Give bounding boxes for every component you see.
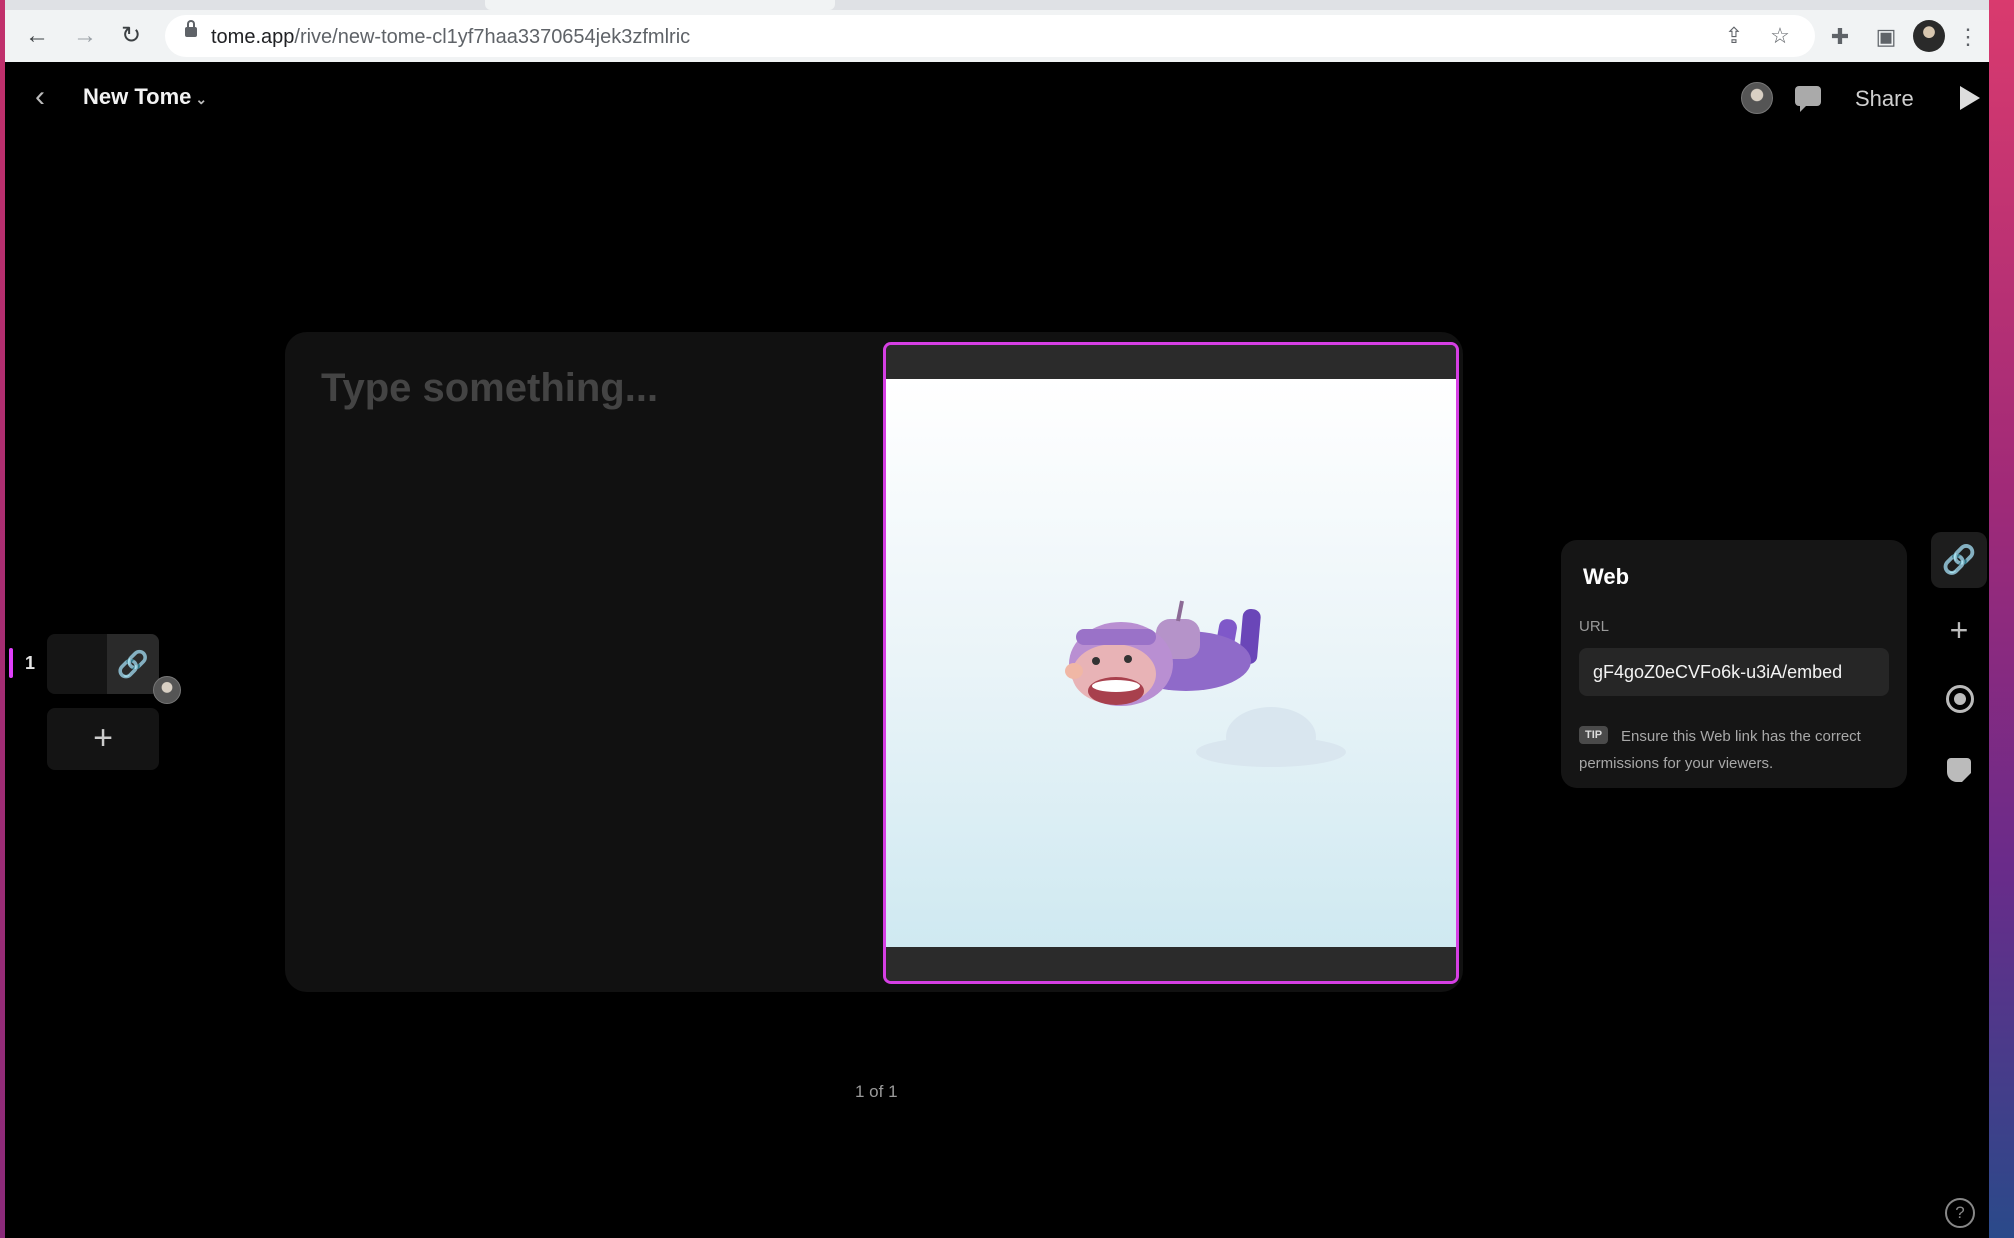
active-slide-marker (9, 648, 13, 678)
active-tab[interactable] (485, 0, 835, 10)
reload-icon[interactable]: ↻ (117, 22, 145, 50)
url-text[interactable]: tome.app/rive/new-tome-cl1yf7haa3370654j… (211, 26, 690, 49)
collaborator-avatar[interactable] (1741, 82, 1773, 114)
web-embed-tile[interactable] (883, 342, 1459, 984)
chevron-down-icon: ⌄ (195, 91, 208, 107)
share-button[interactable]: Share (1855, 86, 1914, 112)
link-tool-icon[interactable]: 🔗 (1931, 532, 1987, 588)
browser-toolbar: ← → ↻ tome.app/rive/new-tome-cl1yf7haa33… (5, 10, 1989, 62)
browser-window: ← → ↻ tome.app/rive/new-tome-cl1yf7haa33… (5, 0, 1989, 1238)
cloud-illustration (1196, 707, 1346, 767)
url-label: URL (1579, 618, 1610, 635)
comment-icon[interactable] (1795, 86, 1821, 112)
back-icon[interactable]: ← (23, 22, 51, 50)
embed-top-bar (886, 345, 1456, 379)
tip-badge: TIP (1579, 726, 1609, 744)
extensions-icon[interactable]: ✚ (1827, 24, 1853, 50)
add-tile-icon[interactable]: + (1931, 602, 1987, 658)
slide-collaborator-avatar (153, 676, 181, 704)
embed-bottom-bar (886, 947, 1456, 981)
panel-title: Web (1583, 564, 1630, 589)
desktop-wallpaper-edge (1988, 0, 2014, 1238)
side-panel-icon[interactable]: ▣ (1873, 24, 1899, 50)
menu-icon[interactable]: ⋮ (1955, 24, 1981, 50)
tome-title[interactable]: New Tome ⌄ (83, 84, 207, 110)
sticky-note-icon[interactable] (1947, 758, 1971, 782)
add-slide-button[interactable]: + (47, 708, 159, 770)
page-counter: 1 of 1 (855, 1082, 898, 1101)
forward-icon[interactable]: → (71, 22, 99, 50)
web-properties-panel: Web URL Ensure this Web link has the cor… (1561, 540, 1907, 788)
url-input[interactable] (1579, 648, 1889, 696)
back-chevron-icon[interactable]: ‹ (35, 80, 45, 114)
text-placeholder[interactable]: Type something... (321, 366, 658, 411)
present-play-icon[interactable] (1960, 86, 1980, 110)
share-icon[interactable]: ⇪ (1721, 23, 1747, 49)
tip-text: Ensure this Web link has the correct per… (1579, 728, 1861, 772)
tab-strip (5, 0, 1989, 10)
profile-avatar[interactable] (1913, 20, 1945, 52)
flying-character-illustration (1065, 600, 1261, 706)
embed-canvas[interactable] (886, 379, 1456, 947)
address-bar[interactable]: tome.app/rive/new-tome-cl1yf7haa3370654j… (165, 15, 1815, 57)
browser-chrome: ← → ↻ tome.app/rive/new-tome-cl1yf7haa33… (5, 0, 1989, 62)
slide-thumbnail[interactable]: 🔗 (47, 634, 159, 694)
star-icon[interactable]: ☆ (1767, 23, 1793, 49)
lock-icon[interactable] (185, 20, 197, 37)
page-card: Type something... (285, 332, 1463, 992)
record-icon[interactable] (1946, 685, 1974, 713)
tome-title-text: New Tome (83, 84, 192, 109)
link-icon: 🔗 (107, 634, 159, 694)
help-icon[interactable]: ? (1945, 1198, 1975, 1228)
slide-number: 1 (25, 653, 36, 673)
